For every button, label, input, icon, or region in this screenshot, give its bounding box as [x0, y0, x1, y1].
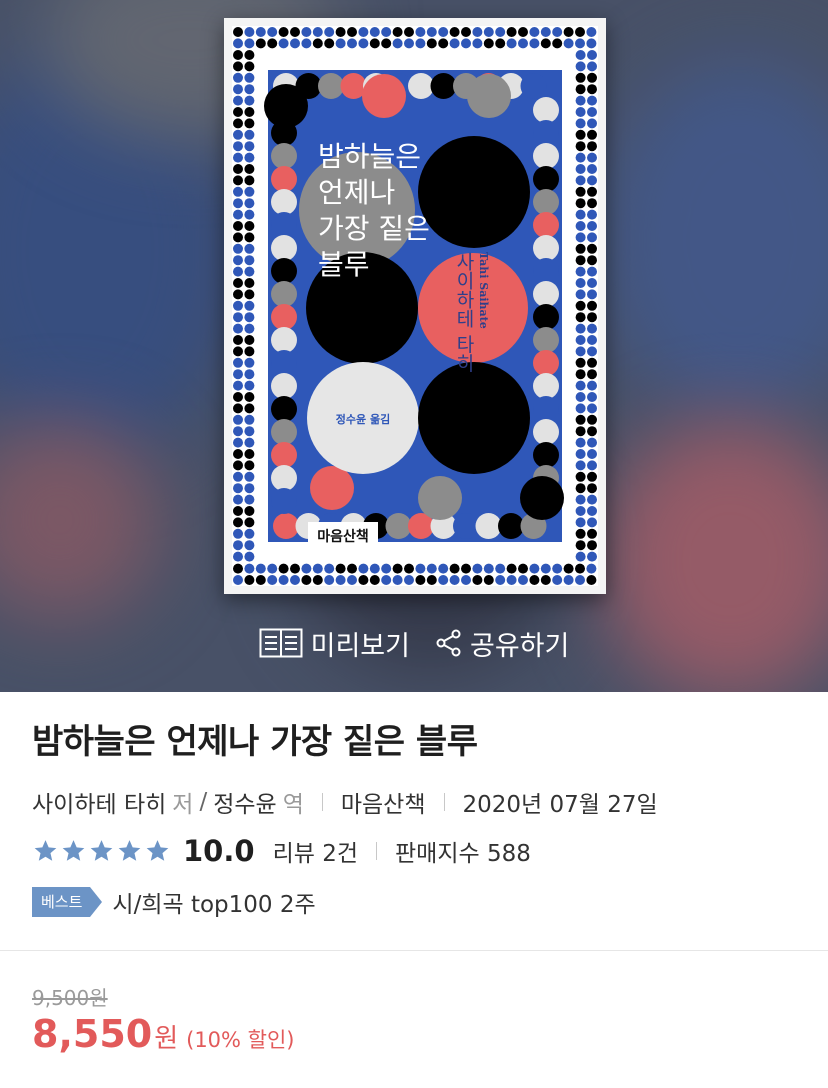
star-icon	[118, 840, 141, 861]
share-label: 공유하기	[470, 630, 570, 662]
discount-rate: (10% 할인)	[186, 1028, 295, 1052]
section-divider	[0, 950, 828, 951]
book-cover[interactable]: 밤하늘은 언제나 가장 짙은 블루 사이하테 타히 Tahi Saihate 정…	[224, 18, 606, 594]
book-title: 밤하늘은 언제나 가장 짙은 블루	[32, 722, 478, 762]
translator-link[interactable]: 정수윤	[213, 785, 276, 819]
author-role: 저	[172, 792, 194, 818]
black-circle-bottom-right	[418, 362, 530, 474]
star-icon	[146, 840, 169, 861]
book-meta: 사이하테 타히 저 / 정수윤 역 마음산책 2020년 07월 27일	[32, 785, 658, 819]
hero-actions: 미리보기 공유하기	[0, 620, 828, 666]
publish-date: 2020년 07월 27일	[462, 792, 658, 818]
share-icon	[436, 629, 461, 657]
cover-title-line-4: 블루	[318, 248, 370, 281]
book-preview-icon	[259, 628, 303, 658]
rating-row: 10.0 리뷰 2건 판매지수 588	[32, 834, 531, 868]
author-separator: /	[199, 789, 208, 815]
sale-price-unit: 원	[154, 1024, 179, 1054]
black-circle-top-right	[418, 136, 530, 248]
share-button[interactable]: 공유하기	[436, 624, 569, 663]
review-count-link[interactable]: 리뷰 2건	[273, 834, 358, 868]
preview-label: 미리보기	[310, 630, 410, 662]
star-icon	[90, 840, 113, 861]
sale-price: 8,550	[32, 1012, 153, 1056]
cover-translator: 정수윤 옮김	[336, 412, 390, 426]
cover-title-line-3: 가장 짙은	[318, 212, 430, 245]
star-rating	[32, 838, 171, 864]
meta-divider	[443, 793, 445, 811]
bestseller-rank: 시/희곡 top100 2주	[112, 892, 316, 918]
original-price: 9,500원	[32, 986, 108, 1010]
cover-title-line-2: 언제나	[318, 176, 395, 209]
book-cover-art: 밤하늘은 언제나 가장 짙은 블루 사이하테 타히 Tahi Saihate 정…	[224, 18, 606, 594]
sales-index: 판매지수 588	[395, 841, 531, 867]
cover-publisher: 마음산책	[317, 528, 369, 545]
author-link[interactable]: 사이하테 타히	[32, 785, 166, 819]
bestseller-row[interactable]: 베스트 시/희곡 top100 2주	[32, 885, 316, 919]
preview-button[interactable]: 미리보기	[259, 624, 410, 663]
star-icon	[62, 840, 85, 861]
rating-divider	[376, 842, 377, 860]
book-info: 밤하늘은 언제나 가장 짙은 블루 사이하테 타히 저 / 정수윤 역 마음산책…	[0, 692, 828, 1088]
sale-price-row: 8,550 원 (10% 할인)	[32, 1012, 295, 1056]
star-icon	[34, 840, 57, 861]
publisher-link[interactable]: 마음산책	[341, 785, 426, 819]
translator-role: 역	[282, 792, 304, 818]
hero-section: 밤하늘은 언제나 가장 짙은 블루 사이하테 타히 Tahi Saihate 정…	[0, 0, 828, 692]
meta-divider	[321, 793, 323, 811]
cover-author-latin: Tahi Saihate	[477, 252, 490, 329]
cover-title-line-1: 밤하늘은	[318, 140, 421, 173]
rating-score: 10.0	[183, 834, 255, 868]
bestseller-badge: 베스트	[32, 887, 103, 917]
cover-author-vertical: 사이하테 타히	[453, 252, 475, 372]
